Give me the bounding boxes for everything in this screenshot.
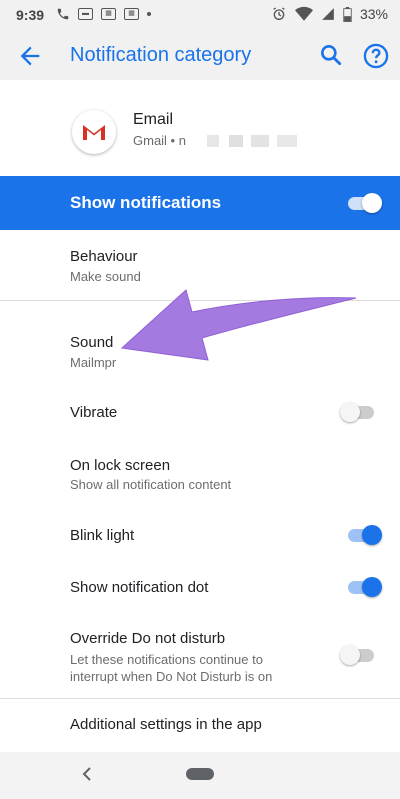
setting-vibrate[interactable]: Vibrate	[0, 390, 400, 434]
redacted-text	[207, 135, 307, 147]
setting-title: On lock screen	[70, 457, 171, 474]
app-bar: Notification category	[0, 32, 400, 80]
status-right-icons: 33%	[271, 6, 388, 22]
setting-title: Sound	[70, 334, 114, 351]
status-bar: 9:39 ▬ ▦ ▦ 33%	[0, 0, 400, 32]
setting-lock-screen[interactable]: On lock screen Show all notification con…	[0, 444, 400, 504]
vibrate-switch[interactable]	[340, 401, 376, 423]
wifi-icon	[294, 6, 313, 21]
setting-blink-light[interactable]: Blink light	[0, 514, 400, 558]
dot-icon	[147, 12, 151, 16]
signal-icon	[322, 8, 334, 20]
message-icon: ▬	[78, 8, 93, 20]
setting-additional[interactable]: Additional settings in the app	[0, 700, 400, 750]
battery-icon	[343, 6, 352, 22]
battery-percent: 33%	[359, 6, 388, 22]
show-notifications-switch[interactable]	[346, 192, 382, 214]
setting-notification-dot[interactable]: Show notification dot	[0, 566, 400, 610]
page-title: Notification category	[70, 44, 252, 66]
status-time: 9:39	[16, 7, 45, 23]
nav-back-icon[interactable]	[80, 764, 96, 784]
alarm-icon	[273, 7, 285, 20]
app-subtitle: Gmail • n	[133, 133, 186, 148]
divider	[0, 698, 400, 699]
call-icon	[57, 8, 69, 20]
search-icon[interactable]	[318, 42, 344, 68]
annotation-arrow	[120, 289, 357, 361]
setting-title: Vibrate	[70, 404, 118, 421]
gallery-icon: ▦	[101, 8, 116, 20]
arrow-back-icon[interactable]	[16, 42, 44, 70]
setting-title: Behaviour	[70, 248, 138, 265]
show-notifications-label: Show notifications	[70, 193, 222, 212]
setting-title: Blink light	[70, 527, 135, 544]
setting-title: Additional settings in the app	[70, 716, 262, 733]
navigation-bar	[0, 752, 400, 799]
app-header: Email Gmail • n	[0, 80, 400, 176]
nav-home-pill[interactable]	[186, 768, 214, 780]
setting-subtitle: Mailmpr	[70, 355, 117, 370]
app-name: Email	[133, 111, 174, 128]
blink-light-switch[interactable]	[346, 524, 382, 546]
setting-title: Show notification dot	[70, 579, 209, 596]
setting-override-dnd[interactable]: Override Do not disturb Let these notifi…	[0, 620, 400, 696]
notification-dot-switch[interactable]	[346, 576, 382, 598]
show-notifications-row[interactable]: Show notifications	[0, 176, 400, 230]
gallery-icon-2: ▦	[124, 8, 139, 20]
setting-subtitle: Show all notification content	[70, 477, 232, 492]
setting-subtitle-line1: Let these notifications continue to	[70, 652, 263, 667]
gmail-icon	[72, 110, 116, 154]
status-left-icons: ▬ ▦ ▦	[56, 7, 151, 21]
setting-subtitle-line2: interrupt when Do Not Disturb is on	[70, 669, 273, 684]
override-dnd-switch[interactable]	[340, 644, 376, 666]
setting-title: Override Do not disturb	[70, 630, 226, 647]
help-icon[interactable]	[362, 42, 390, 70]
